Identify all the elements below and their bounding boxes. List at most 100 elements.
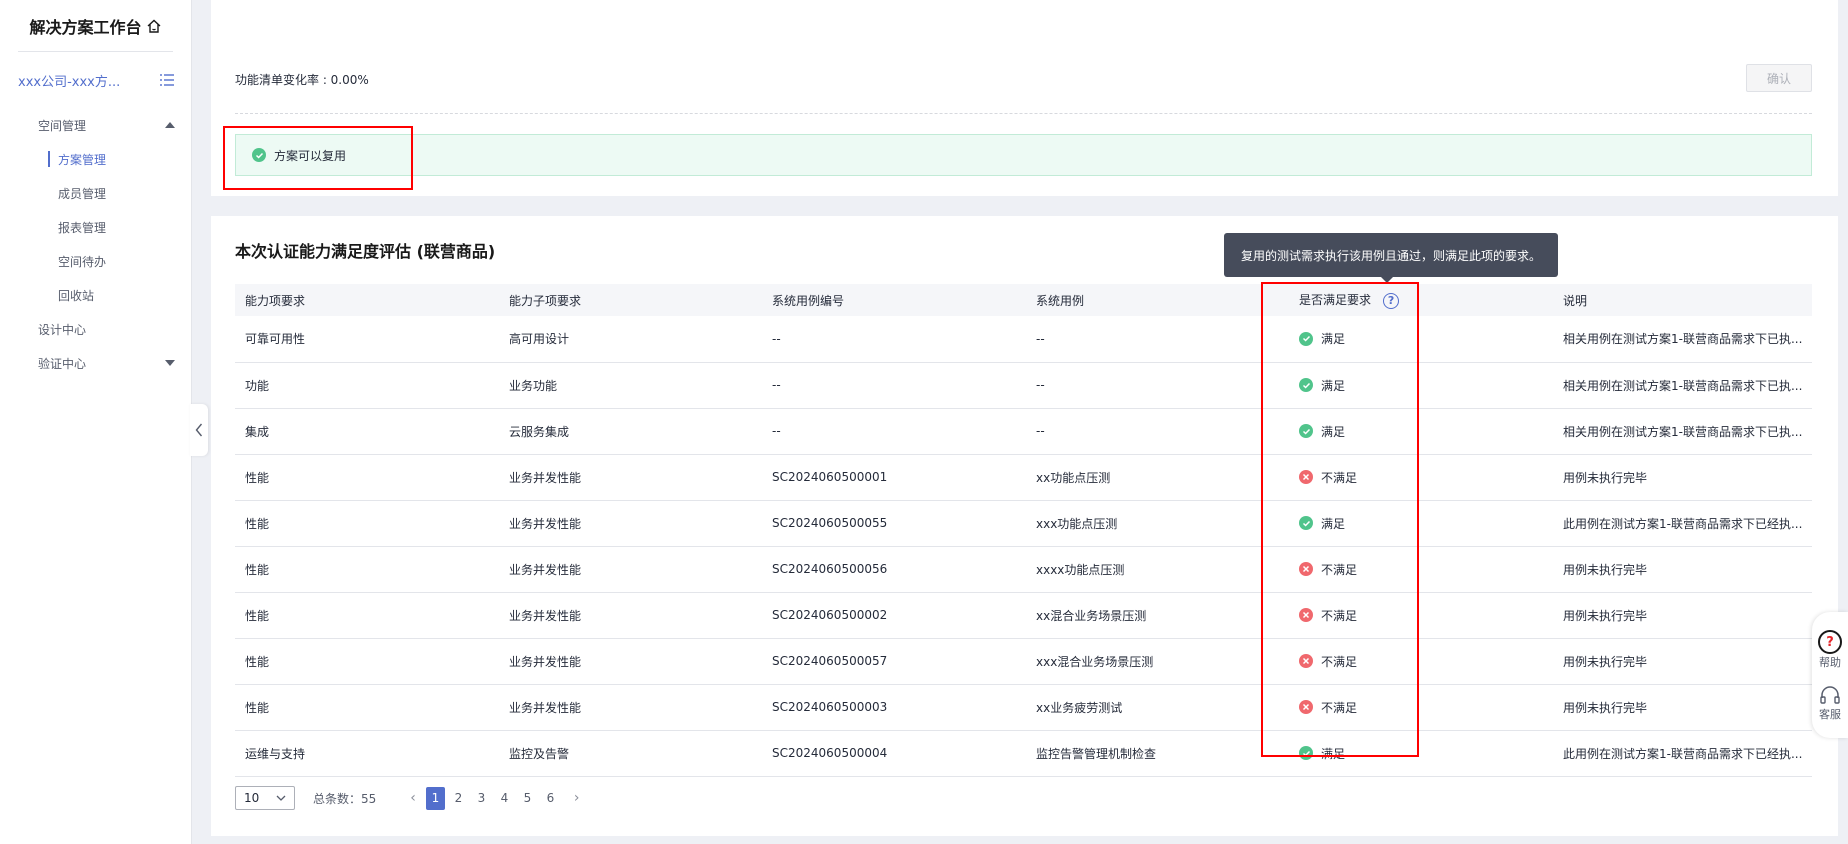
headset-icon: [1820, 686, 1840, 704]
nav-item-space-todo[interactable]: 空间待办: [0, 244, 191, 278]
capability-evaluation-card: 本次认证能力满足度评估 (联营商品) 能力项要求 能力子项要求 系统用例编号 系…: [211, 216, 1838, 836]
help-label: 帮助: [1819, 656, 1841, 669]
sidebar: 解决方案工作台 xxx公司-xxx方... 空间管理 方案管理 成员管理 报表管…: [0, 0, 192, 844]
cell-capability: 性能: [235, 546, 499, 593]
nav-group-space-management[interactable]: 空间管理: [0, 108, 191, 142]
help-button[interactable]: ? 帮助: [1818, 630, 1842, 670]
table-row: 集成 云服务集成 -- -- 满足 相关用例在测试方案1-联营商品需求下已执...: [235, 408, 1812, 455]
cell-case: --: [1026, 316, 1289, 363]
table-row: 性能 业务并发性能 SC2024060500002 xx混合业务场景压测 不满足 用例未执…: [235, 592, 1812, 639]
cell-note: 此用例在测试方案1-联营商品需求下已经执...: [1553, 500, 1812, 547]
page-2[interactable]: 2: [449, 787, 468, 810]
page-1[interactable]: 1: [425, 786, 445, 810]
list-icon[interactable]: [159, 72, 175, 88]
cell-sub-capability: 监控及告警: [499, 730, 762, 777]
cell-note: 相关用例在测试方案1-联营商品需求下已执...: [1553, 362, 1812, 409]
cell-case-id: --: [762, 408, 1026, 455]
nav-group-label: 验证中心: [38, 356, 87, 371]
floating-support-panel: ? 帮助 客服: [1812, 612, 1848, 738]
col-header-case-id: 系统用例编号: [762, 284, 1026, 316]
col-header-capability: 能力项要求: [235, 284, 499, 316]
nav-item-member-management[interactable]: 成员管理: [0, 176, 191, 210]
cell-case: xx混合业务场景压测: [1026, 592, 1289, 639]
cell-case-id: SC2024060500055: [762, 500, 1026, 547]
nav-item-recycle-bin[interactable]: 回收站: [0, 278, 191, 312]
cell-note: 用例未执行完毕: [1553, 638, 1812, 685]
home-icon: [147, 19, 160, 33]
cell-sub-capability: 业务并发性能: [499, 684, 762, 731]
cell-capability: 功能: [235, 362, 499, 409]
cell-case: --: [1026, 408, 1289, 455]
cell-sub-capability: 业务并发性能: [499, 546, 762, 593]
sidebar-collapse-button[interactable]: [190, 404, 208, 456]
cell-sub-capability: 业务并发性能: [499, 638, 762, 685]
cell-case: xx业务疲劳测试: [1026, 684, 1289, 731]
nav-group-verification-center[interactable]: 验证中心: [0, 346, 191, 380]
cell-sub-capability: 业务功能: [499, 362, 762, 409]
table-row: 性能 业务并发性能 SC2024060500001 xx功能点压测 不满足 用例未执行完毕: [235, 454, 1812, 501]
page-size-select[interactable]: 10: [235, 786, 295, 810]
caret-up-icon: [165, 122, 175, 128]
project-selector[interactable]: xxx公司-xxx方...: [0, 52, 191, 108]
service-label: 客服: [1819, 708, 1841, 721]
nav-item-report-management[interactable]: 报表管理: [0, 210, 191, 244]
page-4[interactable]: 4: [495, 787, 514, 810]
table-row: 性能 业务并发性能 SC2024060500003 xx业务疲劳测试 不满足 用例未执行完…: [235, 684, 1812, 731]
cell-case-id: --: [762, 362, 1026, 409]
cell-note: 此用例在测试方案1-联营商品需求下已经执...: [1553, 730, 1812, 777]
page-6[interactable]: 6: [541, 787, 560, 810]
nav-group-label: 空间管理: [38, 118, 87, 133]
cell-capability: 性能: [235, 684, 499, 731]
cell-capability: 可靠可用性: [235, 316, 499, 363]
cell-case-id: SC2024060500056: [762, 546, 1026, 593]
cell-case-id: SC2024060500003: [762, 684, 1026, 731]
cell-capability: 性能: [235, 638, 499, 685]
cell-case-id: SC2024060500001: [762, 454, 1026, 501]
table-row: 可靠可用性 高可用设计 -- -- 满足 相关用例在测试方案1-联营商品需求下已执...: [235, 316, 1812, 363]
cell-capability: 性能: [235, 592, 499, 639]
cell-sub-capability: 业务并发性能: [499, 592, 762, 639]
table-row: 性能 业务并发性能 SC2024060500056 xxxx功能点压测 不满足 用例未执行…: [235, 546, 1812, 593]
col-header-sub-capability: 能力子项要求: [499, 284, 762, 316]
cell-case-id: SC2024060500004: [762, 730, 1026, 777]
nav-item-solution-management[interactable]: 方案管理: [0, 142, 191, 176]
nav-group-design-center[interactable]: 设计中心: [0, 312, 191, 346]
cell-case-id: SC2024060500057: [762, 638, 1026, 685]
cell-sub-capability: 业务并发性能: [499, 454, 762, 501]
cell-case-id: SC2024060500002: [762, 592, 1026, 639]
cell-capability: 集成: [235, 408, 499, 455]
divider: [235, 113, 1812, 114]
question-icon: ?: [1818, 630, 1842, 654]
project-name: xxx公司-xxx方...: [18, 74, 121, 90]
next-page-button[interactable]: ›: [574, 790, 580, 806]
evaluation-title: 本次认证能力满足度评估 (联营商品): [235, 242, 496, 261]
caret-down-icon: [165, 360, 175, 366]
workbench-title-text: 解决方案工作台: [29, 17, 142, 37]
customer-service-button[interactable]: 客服: [1819, 686, 1841, 722]
pagination: 10 总条数：55 ‹ 1 2 3 4 5 6 ›: [235, 786, 590, 810]
cell-note: 相关用例在测试方案1-联营商品需求下已执...: [1553, 408, 1812, 455]
cell-note: 用例未执行完毕: [1553, 684, 1812, 731]
chevron-down-icon: [276, 795, 286, 801]
nav-group-label: 设计中心: [38, 322, 87, 337]
cell-capability: 性能: [235, 454, 499, 501]
chevron-left-icon: [195, 423, 203, 437]
table-row: 功能 业务功能 -- -- 满足 相关用例在测试方案1-联营商品需求下已执...: [235, 362, 1812, 409]
table-header-row: 能力项要求 能力子项要求 系统用例编号 系统用例 是否满足要求? 说明: [235, 284, 1812, 316]
page-3[interactable]: 3: [472, 787, 491, 810]
total-count: 总条数：55: [313, 791, 377, 806]
cell-case: --: [1026, 362, 1289, 409]
workbench-title[interactable]: 解决方案工作台: [18, 0, 173, 52]
table-row: 运维与支持 监控及告警 SC2024060500004 监控告警管理机制检查 满足 此用例…: [235, 730, 1812, 777]
cell-note: 用例未执行完毕: [1553, 546, 1812, 593]
reuse-result-card: 功能清单变化率 : 0.00% 确认 方案可以复用: [211, 0, 1838, 196]
help-tooltip: 复用的测试需求执行该用例且通过，则满足此项的要求。: [1224, 233, 1558, 283]
col-header-note: 说明: [1553, 284, 1812, 316]
cell-note: 相关用例在测试方案1-联营商品需求下已执...: [1553, 316, 1812, 363]
prev-page-button[interactable]: ‹: [410, 790, 416, 806]
cell-capability: 运维与支持: [235, 730, 499, 777]
page-5[interactable]: 5: [518, 787, 537, 810]
confirm-button[interactable]: 确认: [1746, 64, 1812, 92]
cell-capability: 性能: [235, 500, 499, 547]
cell-case-id: --: [762, 316, 1026, 363]
